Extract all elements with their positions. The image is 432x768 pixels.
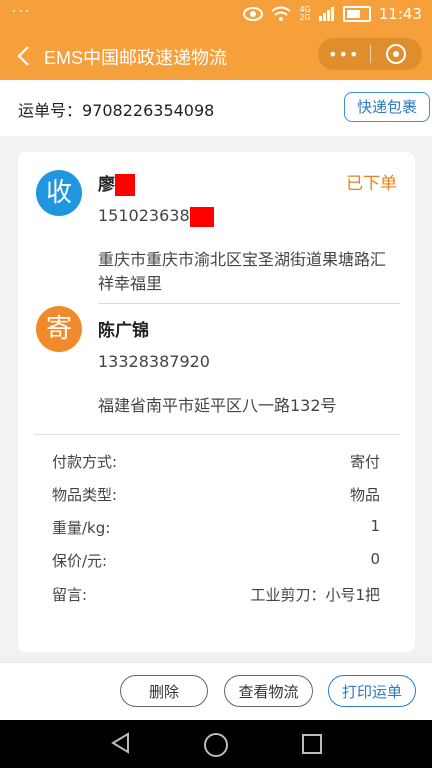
print-waybill-button[interactable]: 打印运单 [328,675,416,707]
detail-value: 寄付 [349,453,380,471]
detail-value: 物品 [349,486,380,504]
order-card: 收 廖 已下单 151023638 重庆市重庆市渝北区宝圣湖街道果塘路汇祥幸福里… [18,152,415,652]
detail-key: 付款方式: [52,453,118,471]
navigation-bar [0,720,432,768]
more-icon[interactable]: ••• [318,45,370,64]
signal-icon [318,7,334,21]
wifi-icon [271,6,292,21]
divider [98,303,400,304]
waybill-row: 运单号：9708226354098 快递包裹 [0,80,432,136]
close-mini-program-button[interactable] [370,44,422,64]
sender-phone: 13328387920 [98,352,210,371]
back-arrow-icon[interactable] [14,43,36,69]
detail-value: 工业剪刀：小号1把 [250,586,380,604]
sender-avatar: 寄 [36,306,82,352]
redaction-block [189,206,214,227]
receiver-address: 重庆市重庆市渝北区宝圣湖街道果塘路汇祥幸福里 [98,250,387,293]
target-icon [386,44,407,64]
network-2g: 2G [299,13,311,22]
detail-row-insured: 保价/元: 0 [52,550,380,574]
mini-program-capsule: ••• [318,38,422,70]
page-title: EMS中国邮政速递物流 [44,48,228,68]
detail-row-payment: 付款方式: 寄付 [52,451,380,475]
status-dots: ··· [12,4,32,20]
battery-icon [342,6,371,22]
detail-value: 1 [370,517,380,535]
sender-name: 陈广锦 [98,321,149,341]
detail-row-item-type: 物品类型: 物品 [52,484,380,508]
title-bar: EMS中国邮政速递物流 ••• [0,32,432,80]
nav-back-icon[interactable] [110,732,130,754]
detail-key: 重量/kg: [52,519,111,537]
receiver-avatar: 收 [36,170,82,216]
action-bar: 删除 查看物流 打印运单 [0,662,432,721]
delete-button[interactable]: 删除 [120,675,208,707]
detail-key: 物品类型: [52,486,118,504]
receiver-phone-line: 151023638 [98,206,214,227]
sender-address: 福建省南平市延平区八一路132号 [98,396,337,415]
detail-row-weight: 重量/kg: 1 [52,517,380,541]
package-type-tag[interactable]: 快递包裹 [344,92,430,122]
detail-row-message: 留言: 工业剪刀：小号1把 [52,584,380,608]
nav-home-icon[interactable] [204,733,228,757]
redaction-block [115,174,135,196]
nav-recent-icon[interactable] [302,734,322,754]
detail-key: 保价/元: [52,552,108,570]
receiver-name-line: 廖 [98,170,135,196]
divider [34,434,400,435]
view-logistics-button[interactable]: 查看物流 [224,675,313,707]
detail-value: 0 [370,550,380,568]
order-status-badge: 已下单 [346,174,397,194]
receiver-name: 廖 [98,175,115,195]
status-time: 11:43 [378,5,422,23]
status-right: 4G 2G 11:43 [243,5,422,23]
eye-icon [243,7,264,21]
detail-key: 留言: [52,586,88,604]
status-bar: ··· 4G 2G 11:43 [0,0,432,32]
network-indicator: 4G 2G [299,6,310,22]
receiver-phone: 151023638 [98,206,190,225]
waybill-number: 运单号：9708226354098 [18,101,215,120]
